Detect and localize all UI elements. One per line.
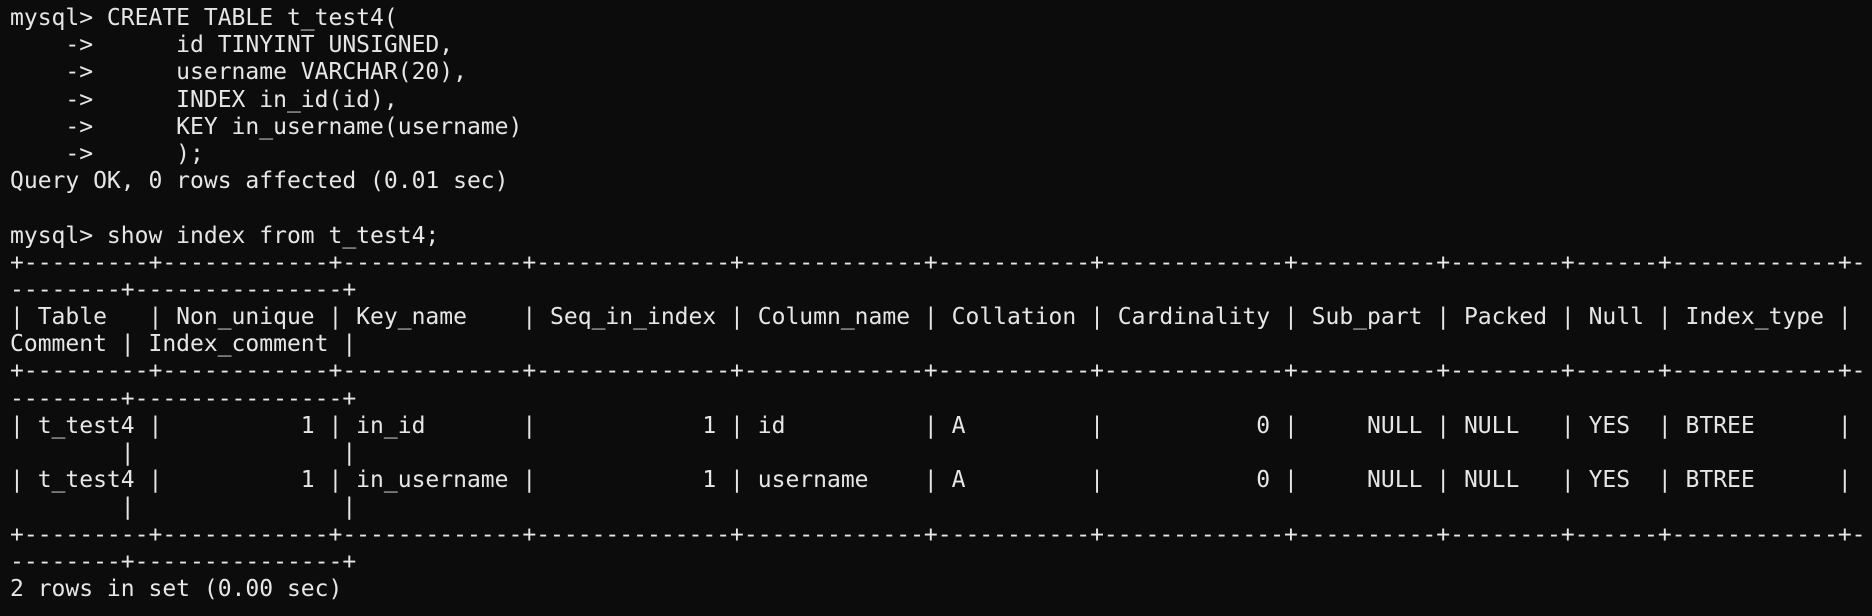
sql-continuation-line: -> username VARCHAR(20), — [10, 59, 467, 86]
query-result-status: Query OK, 0 rows affected (0.01 sec) — [10, 168, 509, 195]
table-border-line: +---------+------------+-------------+--… — [10, 249, 1866, 276]
table-row: | | — [10, 440, 357, 466]
table-border-line: +---------+------------+-------------+--… — [10, 521, 1866, 548]
table-border-line: +---------+------------+-------------+--… — [10, 358, 1866, 385]
query-result-status: 2 rows in set (0.00 sec) — [10, 575, 343, 602]
table-border-line: --------+---------------+ — [10, 276, 357, 303]
table-row: | t_test4 | 1 | in_id | 1 | id | A | 0 |… — [10, 412, 1852, 439]
table-border-line: --------+---------------+ — [10, 385, 357, 412]
sql-prompt-line: mysql> CREATE TABLE t_test4( — [10, 5, 398, 31]
sql-continuation-line: -> KEY in_username(username) — [10, 113, 523, 140]
terminal-window[interactable]: mysql> CREATE TABLE t_test4( -> id TINYI… — [0, 0, 1872, 616]
table-header-row: | Table | Non_unique | Key_name | Seq_in… — [10, 304, 1852, 331]
table-row: | t_test4 | 1 | in_username | 1 | userna… — [10, 467, 1852, 494]
sql-continuation-line: -> INDEX in_id(id), — [10, 86, 398, 113]
table-header-row: Comment | Index_comment | — [10, 331, 357, 358]
table-border-line: --------+---------------+ — [10, 548, 357, 575]
sql-continuation-line: -> id TINYINT UNSIGNED, — [10, 32, 454, 59]
sql-prompt-line: mysql> show index from t_test4; — [10, 222, 440, 249]
sql-continuation-line: -> ); — [10, 140, 204, 167]
table-row: | | — [10, 494, 357, 521]
